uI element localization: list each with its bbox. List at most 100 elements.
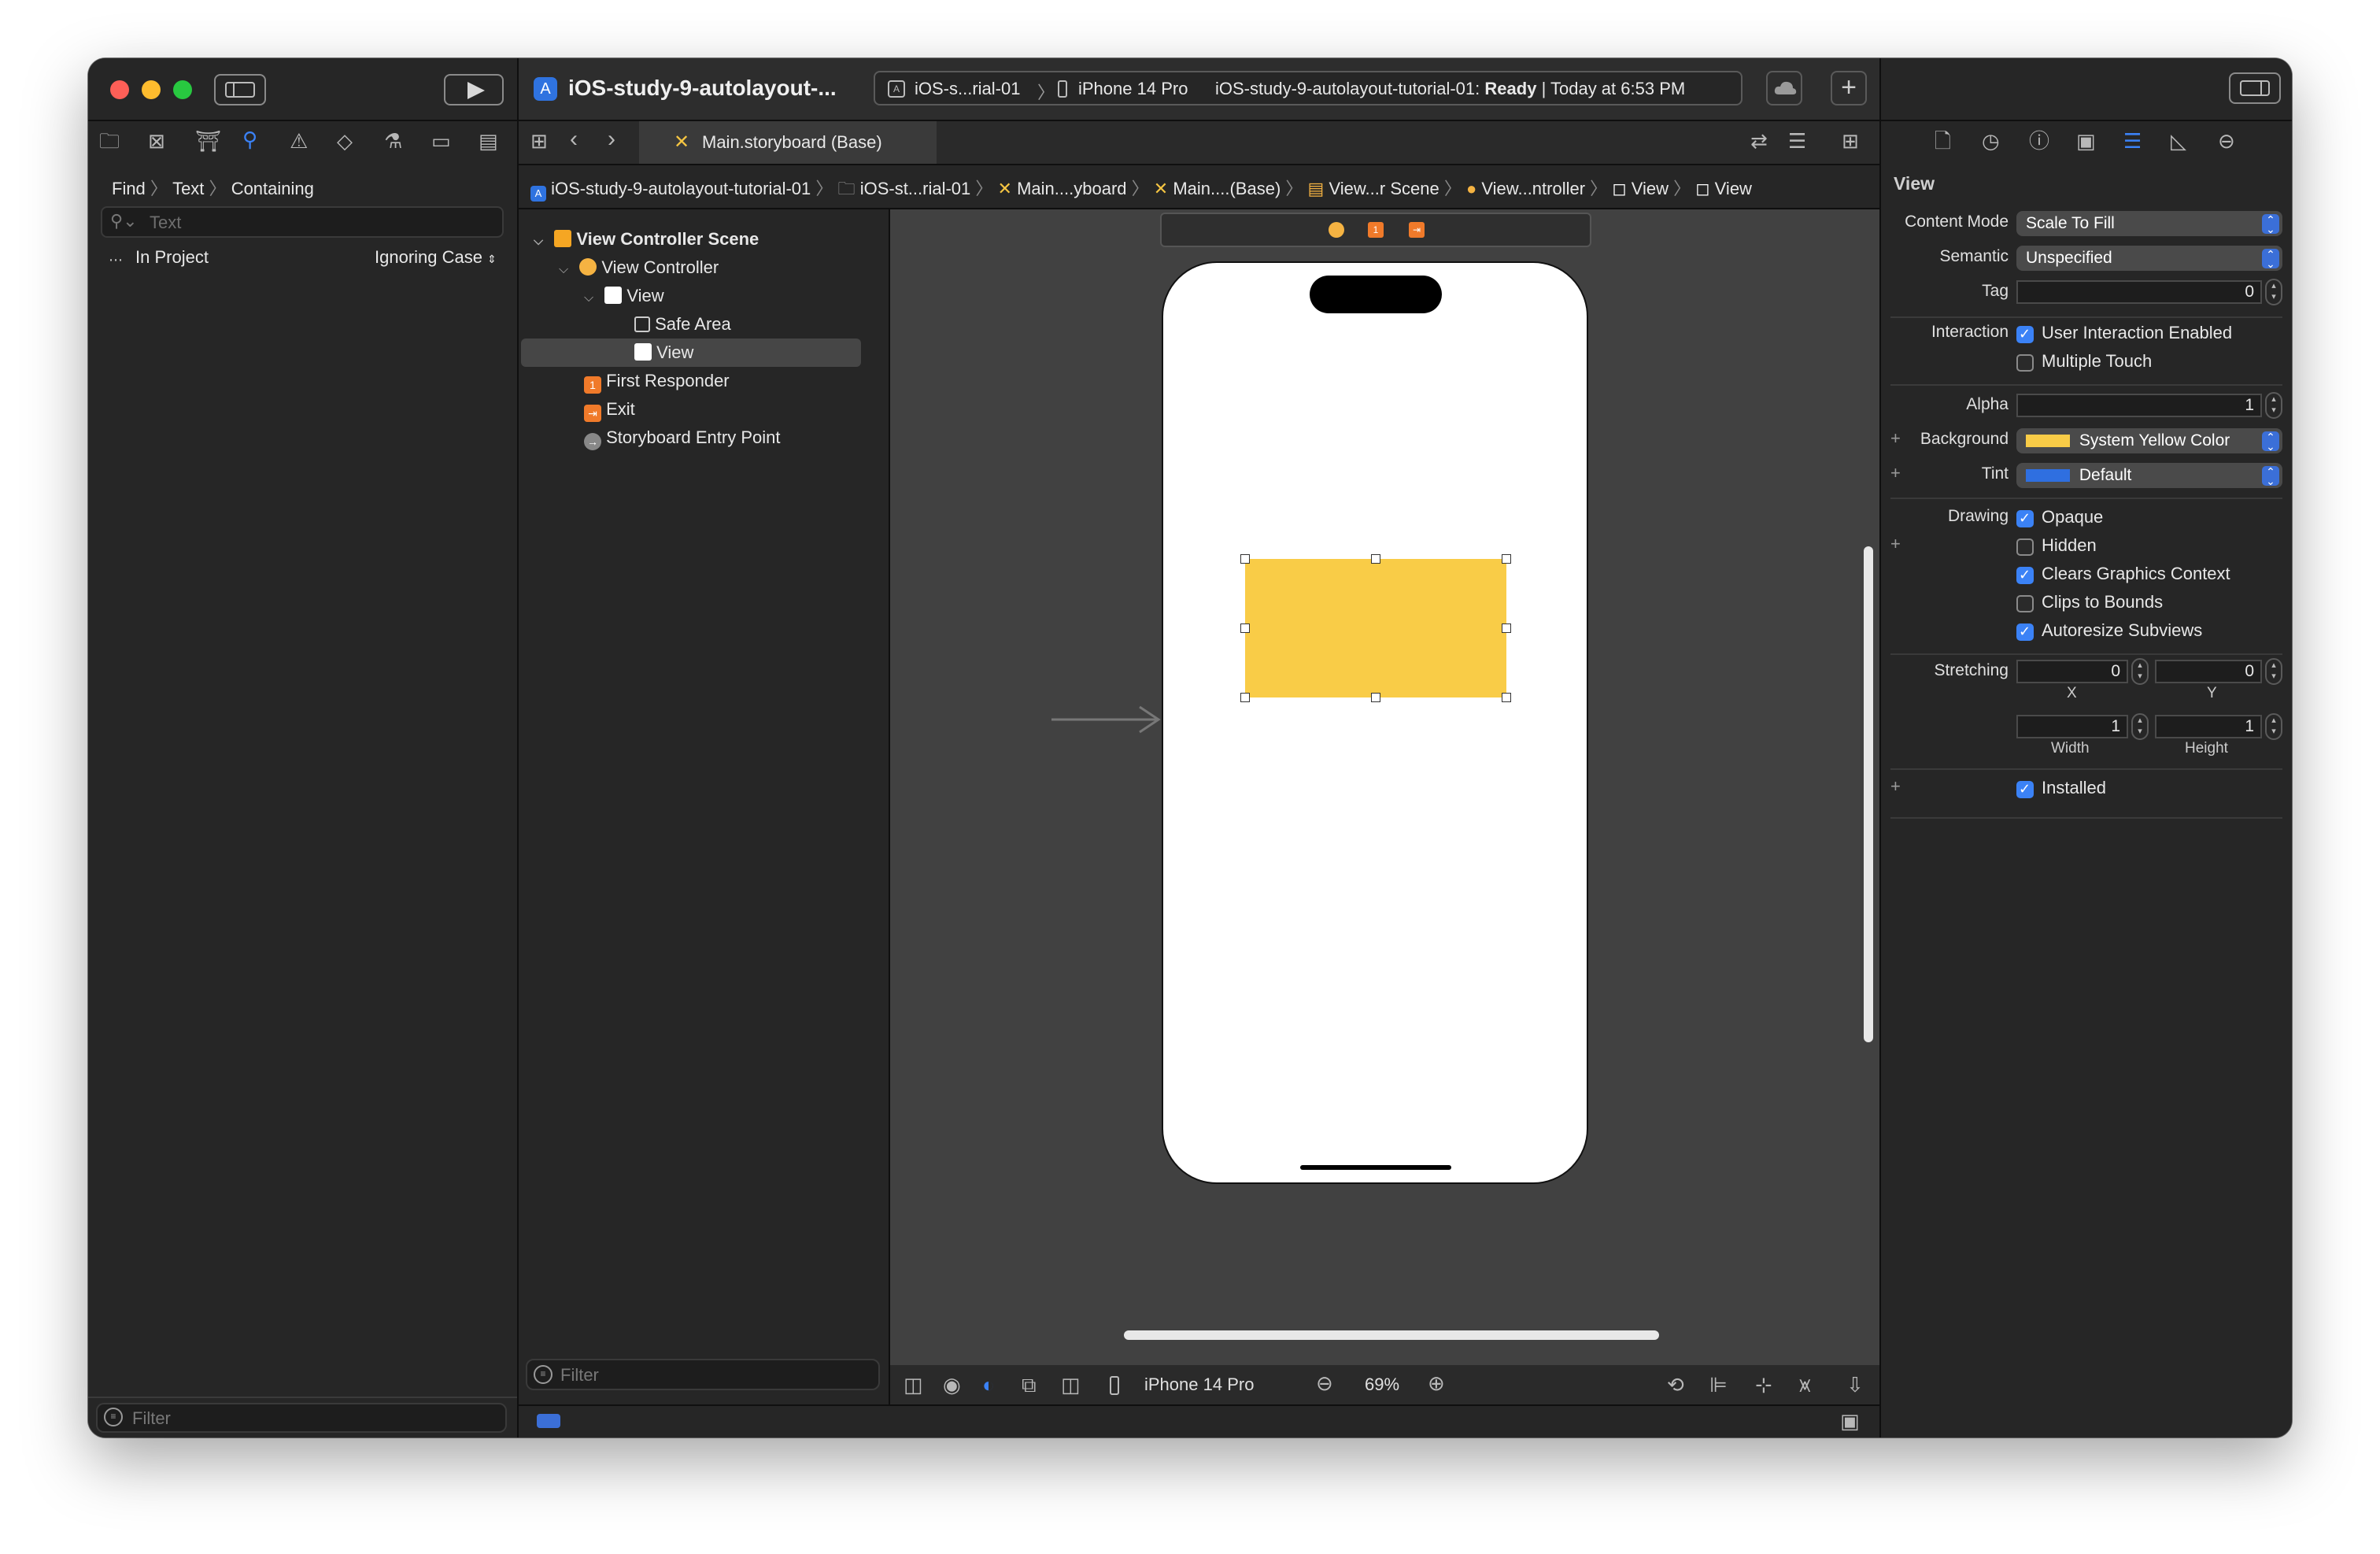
- crumb-storyboard-base[interactable]: Main....(Base): [1173, 179, 1281, 198]
- resize-handle[interactable]: [1371, 693, 1380, 702]
- source-control-icon[interactable]: ⊠: [148, 131, 165, 151]
- view-controller-icon[interactable]: [1329, 222, 1344, 238]
- case-sensitivity-popup[interactable]: Ignoring Case ⇕: [375, 247, 497, 268]
- find-crumb-find[interactable]: Find: [112, 179, 146, 198]
- find-crumb-text[interactable]: Text: [172, 179, 204, 198]
- inspector-toggle-button[interactable]: [2229, 72, 2281, 104]
- user-interaction-checkbox[interactable]: [2016, 326, 2034, 343]
- debug-icon[interactable]: ⚗: [384, 131, 402, 151]
- background-popup[interactable]: System Yellow Color ⌃ ⌄: [2016, 428, 2282, 453]
- horizontal-scrollbar[interactable]: [1124, 1330, 1659, 1340]
- cloud-button[interactable]: [1766, 71, 1802, 105]
- crumb-view-selected[interactable]: View: [1715, 179, 1752, 198]
- stretch-height-stepper[interactable]: ▴ ▾: [2265, 713, 2282, 740]
- back-icon[interactable]: ‹: [570, 128, 578, 151]
- find-crumb-containing[interactable]: Containing: [231, 179, 314, 198]
- semantic-popup[interactable]: Unspecified ⌃ ⌄: [2016, 246, 2282, 271]
- resize-handle[interactable]: [1240, 693, 1250, 702]
- crumb-group[interactable]: iOS-st...rial-01: [860, 179, 971, 198]
- search-icon[interactable]: ⚲: [242, 129, 257, 150]
- folder-icon[interactable]: 🗀: [99, 131, 120, 151]
- outline-item-view-controller[interactable]: ⌵ View Controller: [559, 253, 719, 282]
- swap-icon[interactable]: ⇄: [1750, 131, 1768, 151]
- tag-stepper[interactable]: ▴ ▾: [2265, 279, 2282, 305]
- stretch-height-field[interactable]: 1: [2155, 715, 2262, 738]
- tint-popup[interactable]: Default ⌃ ⌄: [2016, 463, 2282, 488]
- minimize-button[interactable]: [142, 80, 161, 99]
- run-destination[interactable]: iPhone 14 Pro: [1078, 79, 1188, 99]
- installed-checkbox[interactable]: [2016, 781, 2034, 798]
- update-frames-icon[interactable]: ⟲: [1667, 1375, 1684, 1395]
- stretch-x-field[interactable]: 0: [2016, 660, 2128, 683]
- attributes-inspector-icon[interactable]: ☰: [2123, 131, 2142, 151]
- connections-inspector-icon[interactable]: ⊖: [2218, 131, 2235, 151]
- multiple-touch-checkbox[interactable]: [2016, 354, 2034, 372]
- file-inspector-icon[interactable]: 🗋: [1935, 131, 1951, 151]
- content-mode-popup[interactable]: Scale To Fill ⌃ ⌄: [2016, 211, 2282, 236]
- tab-main-storyboard[interactable]: ✕ Main.storyboard (Base): [639, 121, 937, 164]
- library-add-button[interactable]: +: [1831, 71, 1867, 105]
- outline-item-view-selected[interactable]: View: [634, 339, 693, 367]
- resize-handle[interactable]: [1502, 693, 1511, 702]
- breakpoint-icon[interactable]: ▭: [431, 131, 451, 151]
- opaque-checkbox[interactable]: [2016, 510, 2034, 527]
- outline-item-first-responder[interactable]: 1 First Responder: [584, 367, 730, 395]
- navigator-filter-field[interactable]: ≡ Filter: [96, 1403, 507, 1433]
- activity-view[interactable]: A iOS-s...rial-01 〉 iPhone 14 Pro iOS-st…: [874, 71, 1743, 105]
- warning-icon[interactable]: ⚠: [290, 131, 308, 151]
- outline-item-exit[interactable]: ⇥ Exit: [584, 395, 635, 424]
- crumb-view[interactable]: View: [1632, 179, 1669, 198]
- find-search-field[interactable]: ⚲⌄ Text: [101, 206, 504, 238]
- toggle-outline-icon[interactable]: ◫: [904, 1375, 923, 1395]
- crumb-storyboard[interactable]: Main....yboard: [1017, 179, 1126, 198]
- add-variation-icon[interactable]: +: [1890, 776, 1901, 797]
- zoom-button[interactable]: [173, 80, 192, 99]
- entry-point-arrow[interactable]: [1051, 704, 1163, 735]
- stretch-width-stepper[interactable]: ▴ ▾: [2131, 713, 2149, 740]
- outline-item-scene[interactable]: ⌵ View Controller Scene: [534, 225, 759, 253]
- embed-icon[interactable]: ⇩: [1846, 1375, 1864, 1395]
- add-editor-icon[interactable]: ⊞: [1842, 131, 1859, 151]
- find-scope[interactable]: In Project: [135, 247, 209, 268]
- help-inspector-icon[interactable]: ⓘ: [2029, 131, 2049, 151]
- stretch-width-field[interactable]: 1: [2016, 715, 2128, 738]
- forward-icon[interactable]: ›: [608, 128, 615, 151]
- resize-handle[interactable]: [1240, 554, 1250, 564]
- scheme-selector[interactable]: iOS-s...rial-01: [915, 79, 1020, 99]
- crumb-project[interactable]: iOS-study-9-autolayout-tutorial-01: [551, 179, 811, 198]
- debug-area-toggle-icon[interactable]: ▣: [1840, 1411, 1860, 1431]
- stretch-y-stepper[interactable]: ▴ ▾: [2265, 658, 2282, 685]
- hidden-checkbox[interactable]: [2016, 538, 2034, 556]
- history-inspector-icon[interactable]: ◷: [1982, 131, 2000, 151]
- outline-item-entry-point[interactable]: → Storyboard Entry Point: [584, 424, 780, 452]
- clears-context-checkbox[interactable]: [2016, 567, 2034, 584]
- crumb-scene[interactable]: View...r Scene: [1329, 179, 1439, 198]
- outline-item-view[interactable]: ⌵ View: [584, 282, 664, 310]
- run-button[interactable]: [444, 74, 504, 105]
- vertical-scrollbar[interactable]: [1864, 546, 1873, 1042]
- yellow-view[interactable]: [1245, 559, 1506, 697]
- resize-handle[interactable]: [1240, 623, 1250, 633]
- find-breadcrumb[interactable]: Find 〉 Text 〉 Containing: [112, 175, 314, 200]
- scene-dock[interactable]: 1 ⇥: [1160, 213, 1591, 247]
- editor-options-icon[interactable]: ☰: [1788, 131, 1806, 151]
- identity-inspector-icon[interactable]: ▣: [2076, 131, 2096, 151]
- resize-handle[interactable]: [1371, 554, 1380, 564]
- resize-handle[interactable]: [1502, 554, 1511, 564]
- sidebar-toggle-button[interactable]: [214, 74, 266, 105]
- close-button[interactable]: [110, 80, 129, 99]
- autoresize-checkbox[interactable]: [2016, 623, 2034, 641]
- canvas-device-selector[interactable]: iPhone 14 Pro: [1144, 1375, 1254, 1395]
- align-icon[interactable]: ⊫: [1709, 1375, 1728, 1395]
- resolve-issues-icon[interactable]: ⩙: [1799, 1375, 1811, 1395]
- zoom-level[interactable]: 69%: [1365, 1375, 1399, 1395]
- clips-bounds-checkbox[interactable]: [2016, 595, 2034, 612]
- layout-icon[interactable]: ◫: [1061, 1375, 1081, 1395]
- alpha-stepper[interactable]: ▴ ▾: [2265, 392, 2282, 419]
- breakpoints-toggle-icon[interactable]: [537, 1414, 560, 1428]
- zoom-out-icon[interactable]: ⊖: [1316, 1373, 1333, 1393]
- alpha-field[interactable]: 1: [2016, 394, 2262, 417]
- first-responder-icon[interactable]: 1: [1368, 222, 1384, 238]
- grid-icon[interactable]: ⊞: [530, 131, 548, 151]
- add-constraints-icon[interactable]: ⊹: [1755, 1375, 1772, 1395]
